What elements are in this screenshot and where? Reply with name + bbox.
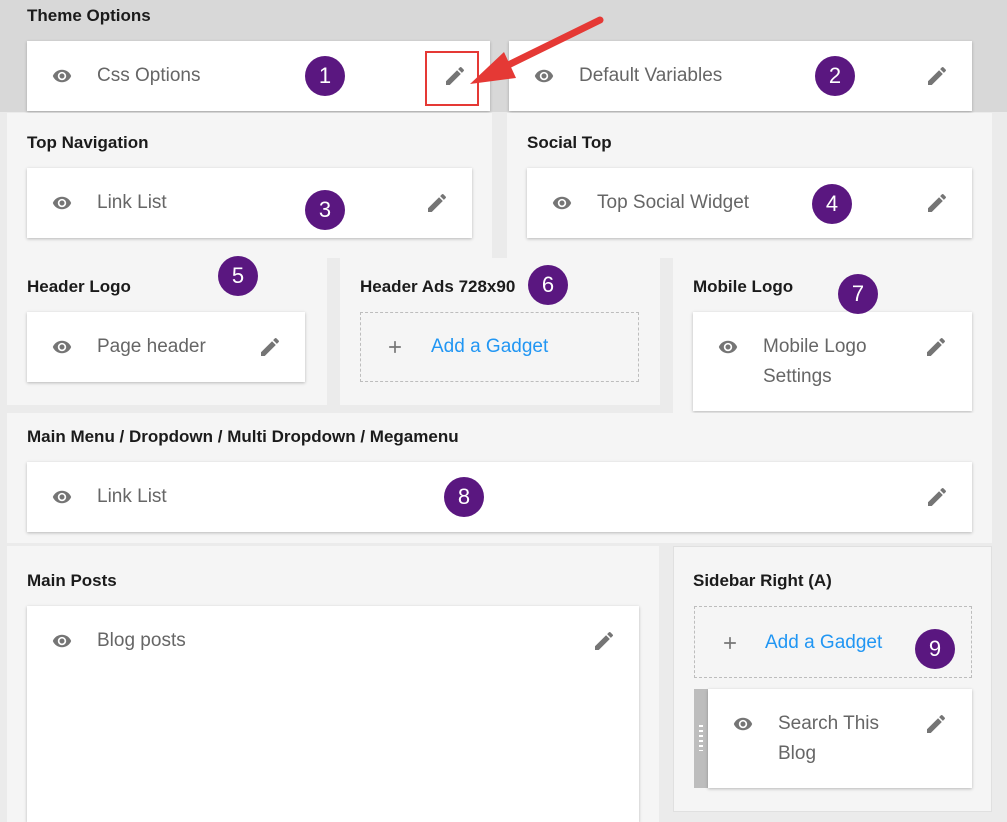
widget-label: Blog [778,743,817,764]
pencil-icon[interactable] [258,335,282,359]
section-title: Sidebar Right (A) [693,571,832,590]
pencil-icon[interactable] [425,191,449,215]
number-badge: 8 [444,477,484,517]
widget-link-list-top[interactable]: Link List [27,168,472,238]
section-title: Main Menu / Dropdown / Multi Dropdown / … [27,427,459,446]
add-gadget-link[interactable]: Add a Gadget [765,628,882,658]
number-badge: 2 [815,56,855,96]
number-badge: 6 [528,265,568,305]
number-badge: 3 [305,190,345,230]
widget-css-options[interactable]: Css Options [27,41,490,111]
eye-icon[interactable] [713,337,743,357]
eye-icon[interactable] [47,337,77,357]
pencil-icon[interactable] [924,712,948,736]
section-title: Social Top [527,133,612,152]
add-gadget-header-ads[interactable]: Add a Gadget [360,312,639,382]
number-badge: 7 [838,274,878,314]
widget-label: Blog posts [97,630,186,651]
number-badge: 1 [305,56,345,96]
plus-icon[interactable] [720,633,740,653]
drag-dots-icon [699,725,703,751]
eye-icon[interactable] [728,714,758,734]
widget-label: Top Social Widget [597,192,750,213]
plus-icon[interactable] [385,337,405,357]
section-title: Header Logo [27,277,131,296]
eye-icon[interactable] [47,487,77,507]
pencil-icon[interactable] [592,629,616,653]
widget-label: Link List [97,486,167,507]
widget-blog-posts[interactable]: Blog posts [27,606,639,822]
eye-icon[interactable] [47,66,77,86]
drag-handle[interactable] [694,689,708,788]
section-title: Mobile Logo [693,277,794,296]
pencil-icon[interactable] [924,335,948,359]
widget-label: Page header [97,336,206,357]
section-title: Main Posts [27,571,117,590]
widget-search-blog[interactable]: Search This Blog [708,689,972,788]
number-badge: 4 [812,184,852,224]
widget-mobile-logo-settings[interactable]: Mobile Logo Settings [693,312,972,411]
pencil-icon[interactable] [925,64,949,88]
number-badge: 9 [915,629,955,669]
section-title: Top Navigation [27,133,149,152]
eye-icon[interactable] [47,631,77,651]
section-title: Theme Options [27,6,151,25]
widget-top-social[interactable]: Top Social Widget [527,168,972,238]
widget-label: Css Options [97,65,201,86]
number-badge: 5 [218,256,258,296]
widget-label: Mobile Logo [763,336,867,357]
widget-label: Link List [97,192,167,213]
widget-page-header[interactable]: Page header [27,312,305,382]
widget-label: Search This [778,713,880,734]
widget-label: Settings [763,366,832,387]
add-gadget-link[interactable]: Add a Gadget [431,332,548,362]
eye-icon[interactable] [547,193,577,213]
pencil-icon[interactable] [925,191,949,215]
widget-link-list-menu[interactable]: Link List [27,462,972,532]
pencil-icon[interactable] [925,485,949,509]
red-arrow-annotation [470,16,604,84]
eye-icon[interactable] [47,193,77,213]
section-title: Header Ads 728x90 [360,277,516,296]
